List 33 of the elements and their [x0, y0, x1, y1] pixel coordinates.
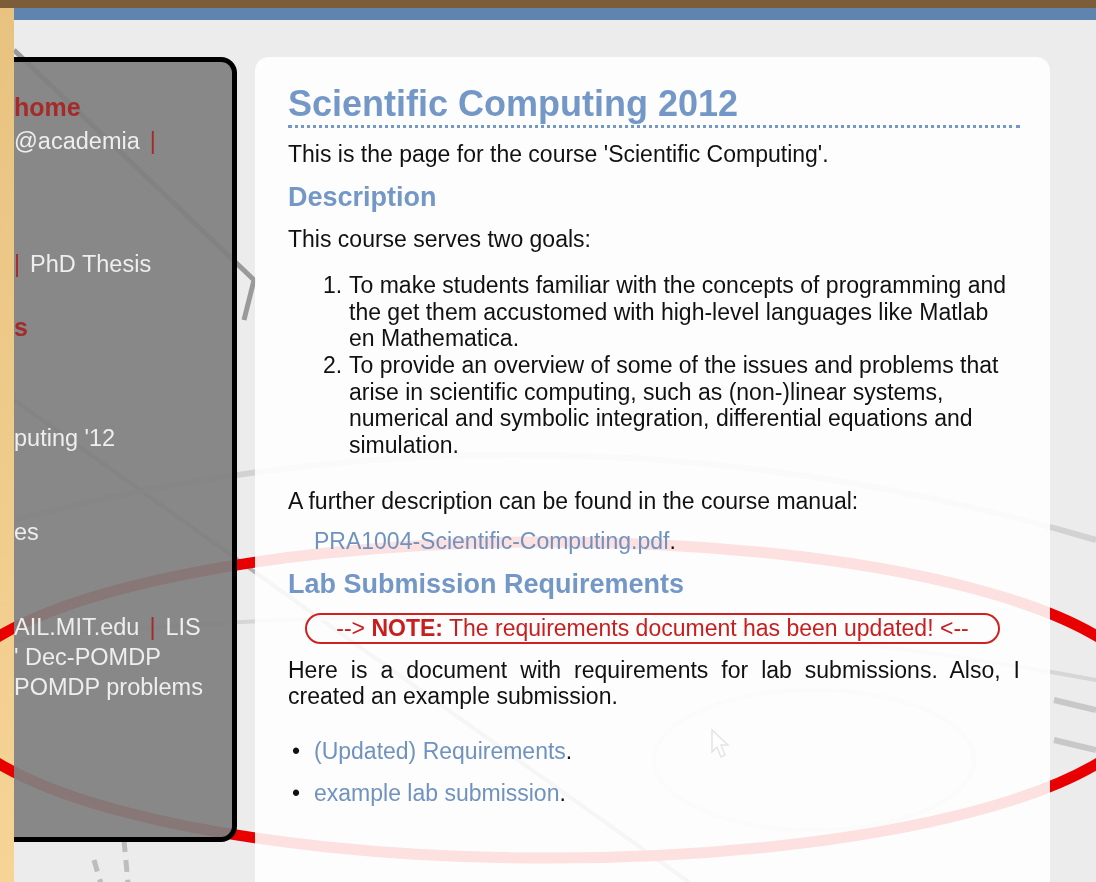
sidebar-link[interactable]: @academia [14, 128, 140, 154]
document-link[interactable]: PRA1004-Scientific-Computing.pdf [314, 527, 670, 554]
punctuation: . [669, 527, 676, 554]
sidebar-link[interactable]: es [14, 519, 39, 545]
separator: | [149, 614, 156, 640]
paragraph: This course serves two goals: [288, 225, 592, 253]
punctuation: . [559, 780, 566, 807]
sidebar-link[interactable]: AIL.MIT.edu [14, 614, 140, 640]
section-heading: Description [288, 181, 438, 212]
bullet: • [292, 780, 302, 807]
sidebar-link[interactable]: puting '12 [14, 425, 116, 451]
list-item: To provide an overview of some of the issues and problems that arise in scientific computing, such as (non-)linear systems, numerical and symbolic integration, differential equations and simulation. [349, 351, 1000, 459]
paragraph: This is the page for the course 'Scientific Computing'. [288, 141, 830, 168]
bullet: • [292, 737, 302, 765]
sidebar-heading: home [14, 94, 81, 120]
list-number: 1. [323, 272, 344, 301]
sidebar-link[interactable]: LIS [165, 614, 201, 640]
update-notice: --> NOTE: The requirements document has been updated! <-- [305, 612, 1000, 644]
document-link[interactable]: (Updated) Requirements [314, 737, 566, 764]
page-title: Scientific Computing 2012 [288, 83, 1020, 128]
sidebar-link[interactable]: ' Dec-POMDP [14, 644, 161, 670]
section-heading: Lab Submission Requirements [288, 568, 686, 599]
sidebar-link[interactable]: PhD Thesis [30, 251, 152, 277]
sidebar-heading: s [14, 314, 28, 340]
list-item: To make students familiar with the concepts of programming and the get them accustomed with high-level languages like Matlab en Mathematica. [349, 272, 1008, 352]
sidebar-link[interactable]: POMDP problems [14, 674, 203, 700]
paragraph: A further description can be found in the course manual: [288, 488, 860, 515]
separator: | [14, 251, 21, 277]
punctuation: . [565, 737, 573, 764]
paragraph: Here is a document with requirements for lab submissions. Also, I created an example submission. [288, 656, 1020, 710]
document-link[interactable]: example lab submission [314, 780, 560, 807]
list-number: 2. [323, 351, 344, 380]
separator: | [149, 128, 156, 154]
